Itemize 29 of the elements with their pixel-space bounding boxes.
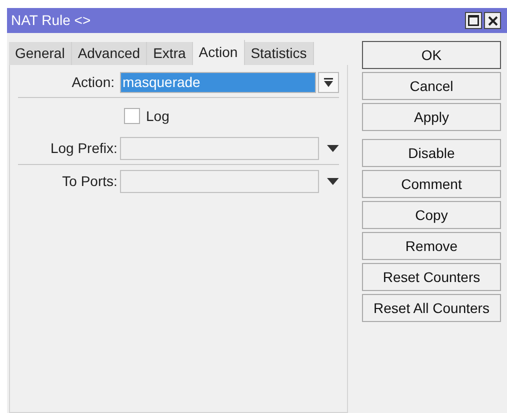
dialog-button[interactable]: Comment bbox=[362, 170, 501, 198]
dialog-button[interactable]: OK bbox=[362, 41, 501, 69]
dialog-button[interactable]: Remove bbox=[362, 232, 501, 260]
maximize-icon bbox=[468, 15, 479, 26]
dropdown-button[interactable] bbox=[318, 72, 339, 93]
dialog-button[interactable]: Reset Counters bbox=[362, 263, 501, 291]
log-checkbox[interactable] bbox=[124, 108, 140, 124]
dropdown-arrow-icon[interactable] bbox=[327, 178, 340, 184]
field-label: Action: bbox=[70, 73, 116, 92]
dialog-button[interactable]: Cancel bbox=[362, 72, 501, 100]
tab[interactable]: Statistics bbox=[244, 42, 314, 65]
dialog-button[interactable]: Reset All Counters bbox=[362, 294, 501, 322]
maximize-button[interactable] bbox=[465, 12, 482, 29]
checkbox-label: Log bbox=[146, 106, 170, 126]
close-button[interactable] bbox=[484, 12, 501, 29]
window-title: NAT Rule <> bbox=[11, 11, 92, 30]
dropdown-arrow-icon[interactable] bbox=[327, 145, 340, 152]
tab[interactable]: General bbox=[9, 42, 72, 65]
dialog-button[interactable]: Apply bbox=[362, 103, 501, 131]
input-field[interactable] bbox=[120, 137, 320, 160]
close-icon bbox=[488, 16, 498, 26]
dialog-button[interactable]: Disable bbox=[362, 139, 501, 167]
tab[interactable]: Advanced bbox=[72, 42, 148, 65]
input-field[interactable] bbox=[120, 170, 320, 192]
dialog-button[interactable]: Copy bbox=[362, 201, 501, 229]
field-label: To Ports: bbox=[61, 172, 118, 190]
field-label: Log Prefix: bbox=[49, 139, 118, 158]
dropdown-arrow-icon bbox=[324, 78, 334, 87]
tab[interactable]: Extra bbox=[147, 42, 193, 65]
